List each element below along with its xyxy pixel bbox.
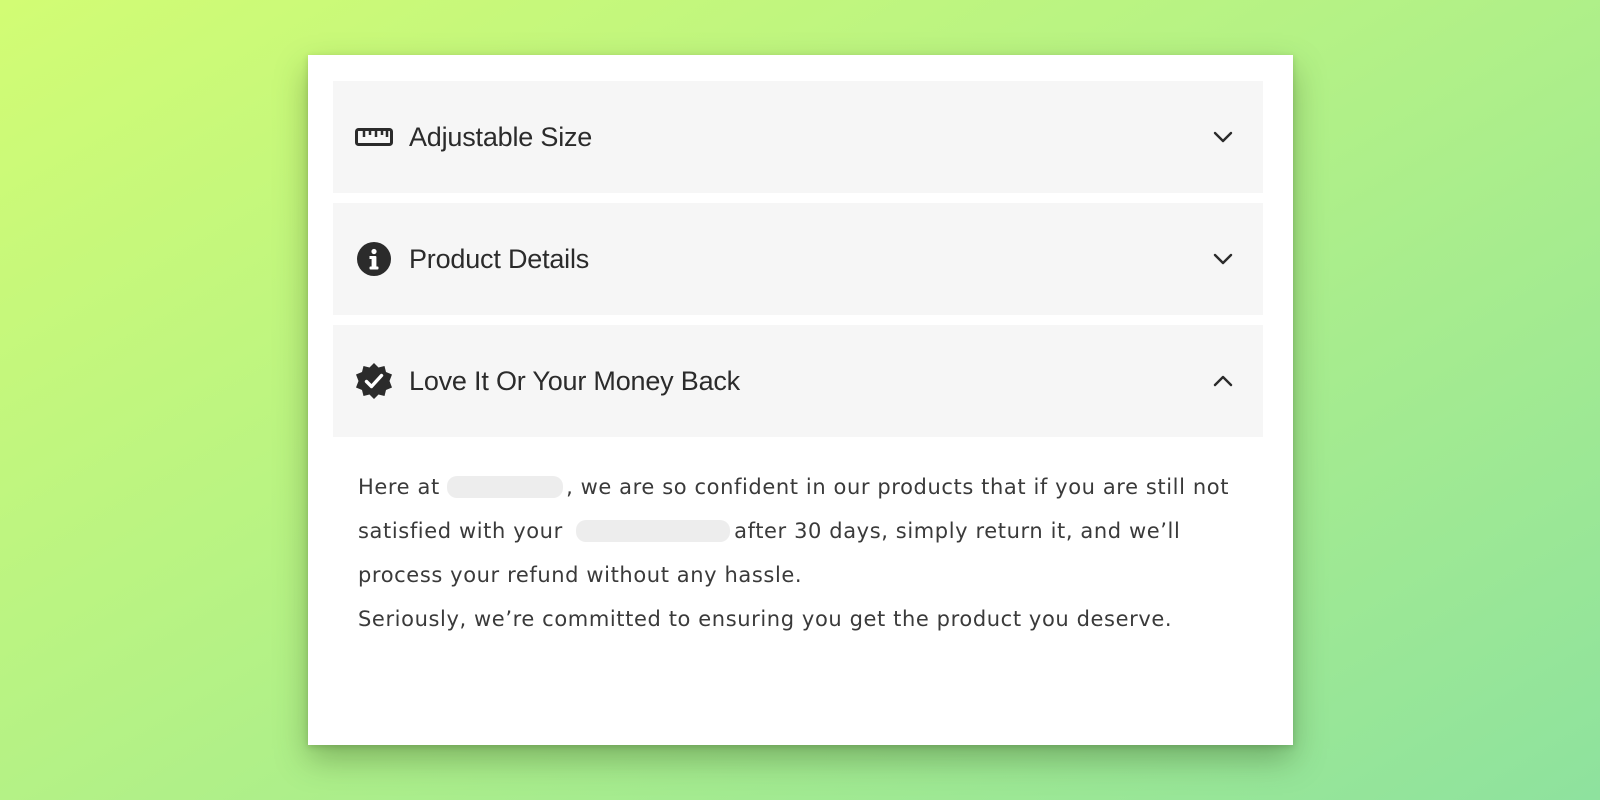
- accordion-panel-money-back: Here at , we are so confident in our pro…: [358, 465, 1263, 641]
- panel-text: Here at: [358, 475, 440, 499]
- faq-card: Adjustable Size Product Details Love It …: [308, 55, 1293, 745]
- chevron-down-icon: [1211, 125, 1235, 149]
- panel-paragraph: Here at , we are so confident in our pro…: [358, 465, 1263, 597]
- panel-paragraph: Seriously, we’re committed to ensuring y…: [358, 607, 1173, 631]
- accordion-item-money-back[interactable]: Love It Or Your Money Back: [333, 325, 1263, 437]
- accordion-title: Love It Or Your Money Back: [409, 365, 740, 396]
- accordion-title: Product Details: [409, 243, 590, 274]
- info-icon: [355, 240, 393, 278]
- accordion-title: Adjustable Size: [409, 121, 593, 152]
- chevron-down-icon: [1211, 247, 1235, 271]
- redacted-brand-name: [447, 476, 564, 498]
- verified-badge-icon: [355, 362, 393, 400]
- accordion-item-product-details[interactable]: Product Details: [333, 203, 1263, 315]
- redacted-product-name: [576, 520, 731, 542]
- chevron-up-icon: [1211, 369, 1235, 393]
- accordion-item-adjustable-size[interactable]: Adjustable Size: [333, 81, 1263, 193]
- ruler-icon: [355, 118, 393, 156]
